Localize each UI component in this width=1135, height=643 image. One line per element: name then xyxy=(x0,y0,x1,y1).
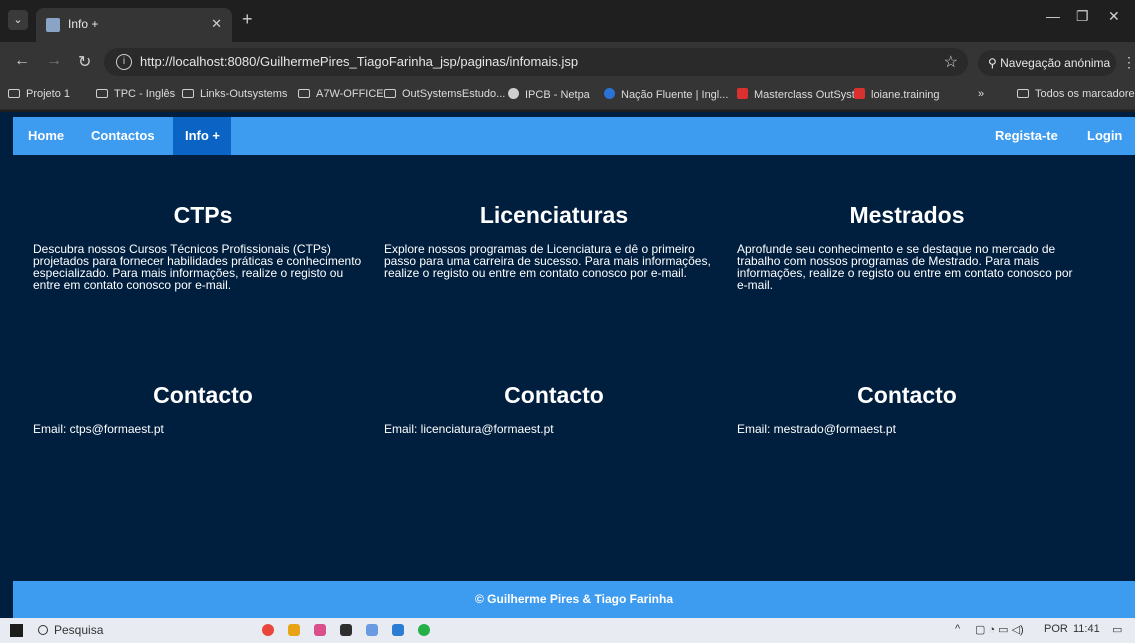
site-info-icon[interactable]: i xyxy=(116,54,132,70)
site-navbar: Home Contactos Info + Regista-te Login xyxy=(13,117,1135,155)
section-title: Mestrados xyxy=(849,202,965,228)
taskbar-search[interactable]: Pesquisa xyxy=(38,623,103,637)
contact-title: Contacto xyxy=(504,382,604,408)
contact-title: Contacto xyxy=(857,382,957,408)
incognito-icon: ⚲ xyxy=(988,56,1001,70)
contact-email: Email: licenciatura@formaest.pt xyxy=(384,422,554,436)
address-bar[interactable]: i http://localhost:8080/GuilhermePires_T… xyxy=(104,48,968,76)
favicon-icon xyxy=(46,18,60,32)
section-mestrados: Mestrados Aprofunde seu conhecimento e s… xyxy=(737,202,1077,291)
folder-icon xyxy=(1017,89,1029,98)
menu-icon[interactable]: ⋮ xyxy=(1122,54,1135,71)
close-window-icon[interactable]: ✕ xyxy=(1108,8,1120,25)
incognito-badge[interactable]: ⚲ Navegação anónima xyxy=(978,50,1116,76)
section-text: Descubra nossos Cursos Técnicos Profissi… xyxy=(33,242,362,292)
folder-icon xyxy=(384,89,396,98)
web-page: Home Contactos Info + Regista-te Login C… xyxy=(0,112,1135,618)
folder-icon xyxy=(298,89,310,98)
windows-taskbar: Pesquisa ^ ▢ ◔ ▭ ◁) POR 11:41 ▭ xyxy=(0,618,1135,643)
tray-arrow-icon[interactable]: ^ xyxy=(955,623,960,635)
bookmarks-bar: Projeto 1 TPC - Inglês Links-Outsystems … xyxy=(0,82,1135,110)
contact-ctps: Contacto Email: ctps@formaest.pt xyxy=(33,382,373,435)
file-explorer-icon[interactable] xyxy=(288,624,300,636)
whatsapp-icon[interactable] xyxy=(418,624,430,636)
angular-icon xyxy=(854,88,865,99)
bookmark-item[interactable]: IPCB - Netpa xyxy=(508,88,590,101)
app-icon[interactable] xyxy=(366,624,378,636)
close-tab-icon[interactable]: ✕ xyxy=(211,16,222,32)
tray-icons[interactable]: ▢ ◔ ▭ ◁) xyxy=(975,623,1024,636)
section-licenciaturas: Licenciaturas Explore nossos programas d… xyxy=(384,202,724,279)
bookmark-item[interactable]: A7W-OFFICE xyxy=(298,88,384,100)
incognito-label: Navegação anónima xyxy=(1000,56,1111,70)
all-bookmarks[interactable]: Todos os marcadores xyxy=(1017,88,1135,100)
nav-registo[interactable]: Regista-te xyxy=(995,128,1058,143)
bookmark-star-icon[interactable]: ☆ xyxy=(944,52,958,72)
contact-licenciaturas: Contacto Email: licenciatura@formaest.pt xyxy=(384,382,724,435)
restore-icon[interactable]: ❐ xyxy=(1076,8,1089,25)
nav-login[interactable]: Login xyxy=(1087,128,1122,143)
clock[interactable]: 11:41 xyxy=(1073,623,1100,635)
chrome-icon[interactable] xyxy=(262,624,274,636)
bookmark-item[interactable]: TPC - Inglês xyxy=(96,88,175,100)
section-title: Licenciaturas xyxy=(479,202,629,228)
bookmark-item[interactable]: OutSystemsEstudo... xyxy=(384,88,505,100)
search-icon xyxy=(38,625,48,635)
section-title: CTPs xyxy=(173,202,233,228)
bookmark-item[interactable]: loiane.training xyxy=(854,88,940,101)
tab-title: Info + xyxy=(68,17,99,31)
contact-email: Email: mestrado@formaest.pt xyxy=(737,422,896,436)
language-indicator[interactable]: POR xyxy=(1044,623,1068,635)
section-text: Aprofunde seu conhecimento e se destaque… xyxy=(737,242,1073,292)
more-bookmarks-icon[interactable]: » xyxy=(978,88,984,100)
browser-toolbar: ← → ↻ i http://localhost:8080/GuilhermeP… xyxy=(0,42,1135,82)
url-text[interactable]: http://localhost:8080/GuilhermePires_Tia… xyxy=(140,54,578,69)
site-icon xyxy=(737,88,748,99)
folder-icon xyxy=(182,89,194,98)
bookmark-item[interactable]: Nação Fluente | Ingl... xyxy=(604,88,728,101)
bookmark-item[interactable]: Masterclass OutSyst... xyxy=(737,88,864,101)
terminal-icon[interactable] xyxy=(340,624,352,636)
new-tab-icon[interactable]: + xyxy=(242,9,253,30)
site-icon xyxy=(604,88,615,99)
nav-info-active[interactable]: Info + xyxy=(173,117,231,155)
globe-icon xyxy=(508,88,519,99)
contact-mestrados: Contacto Email: mestrado@formaest.pt xyxy=(737,382,1077,435)
section-ctps: CTPs Descubra nossos Cursos Técnicos Pro… xyxy=(33,202,373,291)
section-text: Explore nossos programas de Licenciatura… xyxy=(384,242,711,280)
tab-strip: ⌄ Info + ✕ + — ❐ ✕ xyxy=(0,0,1135,42)
tab-active[interactable]: Info + ✕ xyxy=(36,8,232,42)
vscode-icon[interactable] xyxy=(392,624,404,636)
app-icon[interactable] xyxy=(314,624,326,636)
nav-info[interactable]: Info + xyxy=(185,128,220,143)
nav-contactos[interactable]: Contactos xyxy=(91,128,155,143)
notifications-icon[interactable]: ▭ xyxy=(1112,623,1122,636)
nav-home[interactable]: Home xyxy=(28,128,64,143)
folder-icon xyxy=(96,89,108,98)
contact-email: Email: ctps@formaest.pt xyxy=(33,422,164,436)
tab-search-icon[interactable]: ⌄ xyxy=(8,10,28,30)
minimize-icon[interactable]: — xyxy=(1046,8,1060,24)
contact-title: Contacto xyxy=(153,382,253,408)
browser-window: ⌄ Info + ✕ + — ❐ ✕ ← → ↻ i http://localh… xyxy=(0,0,1135,643)
windows-start-icon[interactable] xyxy=(10,624,23,637)
site-footer: © Guilherme Pires & Tiago Farinha xyxy=(13,581,1135,618)
bookmark-item[interactable]: Links-Outsystems xyxy=(182,88,287,100)
folder-icon xyxy=(8,89,20,98)
reload-icon[interactable]: ↻ xyxy=(78,52,91,72)
forward-icon[interactable]: → xyxy=(46,52,62,70)
bookmark-item[interactable]: Projeto 1 xyxy=(8,88,70,100)
back-icon[interactable]: ← xyxy=(14,52,30,70)
